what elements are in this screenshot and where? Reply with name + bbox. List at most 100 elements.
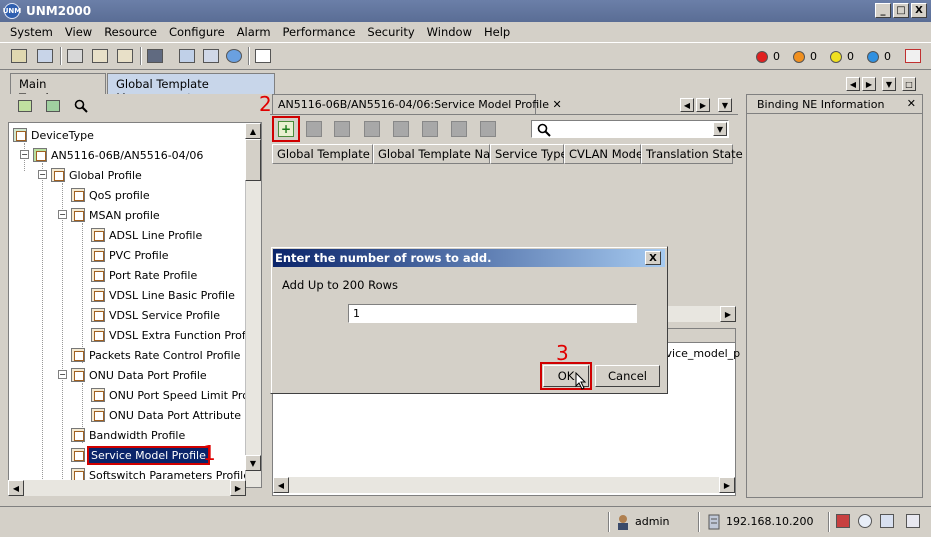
cancel-button[interactable]: Cancel bbox=[595, 365, 660, 387]
alarm-settings-icon[interactable] bbox=[902, 46, 924, 66]
menu-window[interactable]: Window bbox=[421, 25, 478, 39]
settings-gear-icon[interactable] bbox=[223, 46, 245, 66]
alarm-warning[interactable]: 0 bbox=[867, 50, 891, 63]
col-global-template-name[interactable]: Global Template Name bbox=[373, 144, 508, 164]
alarm-major[interactable]: 0 bbox=[793, 50, 817, 63]
panel-close-icon[interactable]: ✕ bbox=[907, 97, 916, 110]
template-search-input[interactable]: ▼ bbox=[531, 120, 729, 138]
tree-horizontal-scrollbar[interactable]: ◀ ▶ bbox=[8, 480, 246, 496]
tree-item-vdsl-service-profile[interactable]: VDSL Service Profile bbox=[91, 306, 220, 324]
collapse-icon[interactable]: − bbox=[58, 210, 67, 219]
tree-item-onu-data-port-attribute-profile[interactable]: ONU Data Port Attribute Pro bbox=[91, 406, 261, 424]
subtab-scroll-right-icon[interactable]: ▶ bbox=[696, 98, 710, 112]
delete-icon[interactable] bbox=[302, 118, 326, 140]
collapse-icon[interactable]: − bbox=[20, 150, 29, 159]
menu-security[interactable]: Security bbox=[361, 25, 420, 39]
tab-global-template-management[interactable]: Global Template Management✕ bbox=[107, 73, 275, 105]
menu-system[interactable]: System bbox=[4, 25, 59, 39]
tree-item-msan-profile[interactable]: MSAN profile bbox=[71, 206, 160, 224]
filter-icon[interactable] bbox=[14, 96, 36, 116]
tree-item-service-model-profile[interactable]: Service Model Profile bbox=[71, 445, 210, 465]
collapse-icon[interactable]: − bbox=[38, 170, 47, 179]
tree-item-vdsl-extra-function-profile[interactable]: VDSL Extra Function Profile bbox=[91, 326, 259, 344]
log-icon[interactable] bbox=[252, 46, 274, 66]
tree-item-device-type[interactable]: DeviceType bbox=[13, 126, 94, 144]
minimize-button[interactable]: _ bbox=[875, 3, 891, 18]
collapse-icon[interactable]: − bbox=[58, 370, 67, 379]
tree-item-packets-rate-control-profile[interactable]: Packets Rate Control Profile bbox=[71, 346, 240, 364]
tab-scroll-right-icon[interactable]: ▶ bbox=[862, 77, 876, 91]
report-icon[interactable] bbox=[200, 46, 222, 66]
tree-item-onu-port-speed-limit-profile[interactable]: ONU Port Speed Limit Profile bbox=[91, 386, 261, 404]
scroll-right-icon[interactable]: ▶ bbox=[230, 480, 246, 496]
menu-help[interactable]: Help bbox=[478, 25, 516, 39]
left-splitter[interactable] bbox=[262, 94, 268, 498]
scroll-left-icon[interactable]: ◀ bbox=[273, 477, 289, 493]
search-dropdown-icon[interactable]: ▼ bbox=[713, 122, 727, 136]
sort-icon[interactable] bbox=[42, 96, 64, 116]
search-topology-icon[interactable] bbox=[34, 46, 56, 66]
scroll-up-icon[interactable]: ▲ bbox=[245, 123, 261, 139]
menu-performance[interactable]: Performance bbox=[277, 25, 362, 39]
tab-close-icon[interactable]: ✕ bbox=[552, 98, 561, 111]
alarm-minor[interactable]: 0 bbox=[830, 50, 854, 63]
tab-scroll-left-icon[interactable]: ◀ bbox=[846, 77, 860, 91]
tree-item-global-profile[interactable]: Global Profile bbox=[51, 166, 142, 184]
apply-icon[interactable] bbox=[447, 118, 471, 140]
col-global-template-id[interactable]: Global Template ID bbox=[272, 144, 386, 164]
sound-icon[interactable] bbox=[64, 46, 86, 66]
scroll-right-icon[interactable]: ▶ bbox=[719, 477, 735, 493]
tree-item-an5116[interactable]: AN5116-06B/AN5516-04/06 bbox=[33, 146, 203, 164]
network-status-icon[interactable] bbox=[836, 514, 850, 528]
col-translation-state[interactable]: Translation State bbox=[641, 144, 743, 164]
tree-toolbar bbox=[8, 94, 262, 120]
detail-horizontal-scrollbar[interactable]: ◀ ▶ bbox=[273, 477, 735, 493]
close-button[interactable]: X bbox=[911, 3, 927, 18]
tree-item-adsl-line-profile[interactable]: ADSL Line Profile bbox=[91, 226, 202, 244]
col-cvlan-mode[interactable]: CVLAN Mode bbox=[564, 144, 643, 164]
col-service-type[interactable]: Service Type bbox=[490, 144, 568, 164]
scroll-down-icon[interactable]: ▼ bbox=[245, 455, 261, 471]
scroll-right-icon[interactable]: ▶ bbox=[720, 306, 736, 322]
subtab-scroll-left-icon[interactable]: ◀ bbox=[680, 98, 694, 112]
tree-item-port-rate-profile[interactable]: Port Rate Profile bbox=[91, 266, 197, 284]
search-icon[interactable] bbox=[70, 96, 92, 116]
server-icon bbox=[708, 514, 720, 530]
scroll-left-icon[interactable]: ◀ bbox=[8, 480, 24, 496]
scroll-thumb[interactable] bbox=[245, 139, 261, 181]
performance-icon[interactable] bbox=[176, 46, 198, 66]
tab-list-icon[interactable]: ▼ bbox=[882, 77, 896, 91]
history-query-icon[interactable] bbox=[114, 46, 136, 66]
task-icon[interactable] bbox=[880, 514, 894, 528]
alarm-query-icon[interactable] bbox=[89, 46, 111, 66]
refresh-icon[interactable] bbox=[8, 46, 30, 66]
tree-item-vdsl-line-basic-profile[interactable]: VDSL Line Basic Profile bbox=[91, 286, 235, 304]
edit-icon[interactable] bbox=[330, 118, 354, 140]
add-row-icon[interactable]: + bbox=[272, 116, 300, 142]
rows-count-input[interactable]: 1 bbox=[348, 304, 637, 323]
tree-vertical-scrollbar[interactable]: ▲ ▼ bbox=[245, 123, 261, 487]
alarm-critical[interactable]: 0 bbox=[756, 50, 780, 63]
save-icon[interactable] bbox=[360, 118, 384, 140]
paste-icon[interactable] bbox=[418, 118, 442, 140]
copy-icon[interactable] bbox=[389, 118, 413, 140]
tree-item-bandwidth-profile[interactable]: Bandwidth Profile bbox=[71, 426, 185, 444]
annotation-step-3: 3 bbox=[556, 341, 569, 365]
clock-icon[interactable] bbox=[858, 514, 872, 528]
tab-maximize-icon[interactable]: □ bbox=[902, 77, 916, 91]
tree-item-pvc-profile[interactable]: PVC Profile bbox=[91, 246, 169, 264]
tree-item-onu-data-port-profile[interactable]: ONU Data Port Profile bbox=[71, 366, 207, 384]
tab-service-model-profile[interactable]: AN5116-06B/AN5516-04/06:Service Model Pr… bbox=[272, 94, 562, 114]
tab-main-topology[interactable]: Main Topology bbox=[10, 73, 106, 105]
menu-alarm[interactable]: Alarm bbox=[231, 25, 277, 39]
dialog-close-button[interactable]: X bbox=[645, 251, 661, 265]
tree-item-qos-profile[interactable]: QoS profile bbox=[71, 186, 150, 204]
restore-button[interactable]: □ bbox=[893, 3, 909, 18]
menu-configure[interactable]: Configure bbox=[163, 25, 231, 39]
message-icon[interactable] bbox=[906, 514, 920, 528]
monitor-icon[interactable] bbox=[144, 46, 166, 66]
menu-view[interactable]: View bbox=[59, 25, 98, 39]
subtab-list-icon[interactable]: ▼ bbox=[718, 98, 732, 112]
menu-resource[interactable]: Resource bbox=[98, 25, 163, 39]
export-icon[interactable] bbox=[476, 118, 500, 140]
